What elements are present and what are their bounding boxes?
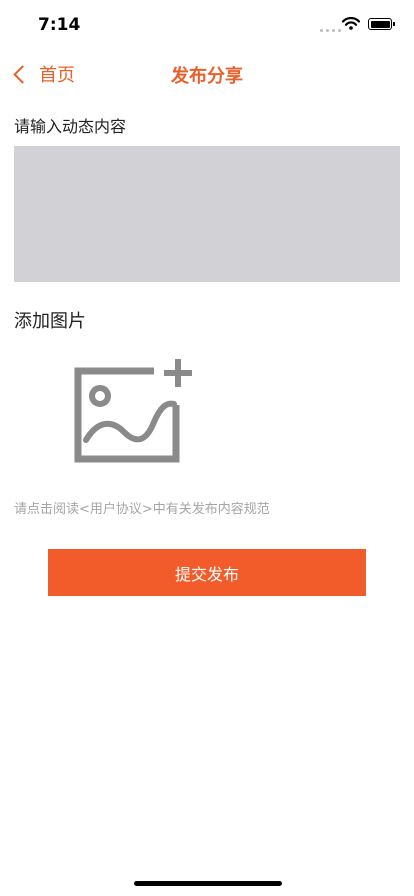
battery-icon bbox=[368, 18, 395, 30]
status-bar: 7:14 bbox=[0, 0, 414, 52]
add-image-icon bbox=[74, 359, 192, 463]
navigation-bar: 首页 发布分享 bbox=[0, 52, 414, 96]
add-image-label: 添加图片 bbox=[14, 311, 86, 332]
page-title: 发布分享 bbox=[171, 66, 243, 87]
content-label: 请输入动态内容 bbox=[14, 117, 127, 136]
agreement-link[interactable]: 请点击阅读<用户协议>中有关发布内容规范 bbox=[14, 498, 270, 517]
home-indicator bbox=[134, 881, 282, 886]
cellular-signal-icon bbox=[320, 29, 341, 32]
submit-button[interactable]: 提交发布 bbox=[48, 549, 366, 596]
content-input[interactable] bbox=[14, 146, 400, 282]
status-time: 7:14 bbox=[38, 15, 81, 35]
add-image-button[interactable] bbox=[70, 356, 194, 468]
wifi-icon bbox=[342, 17, 360, 30]
